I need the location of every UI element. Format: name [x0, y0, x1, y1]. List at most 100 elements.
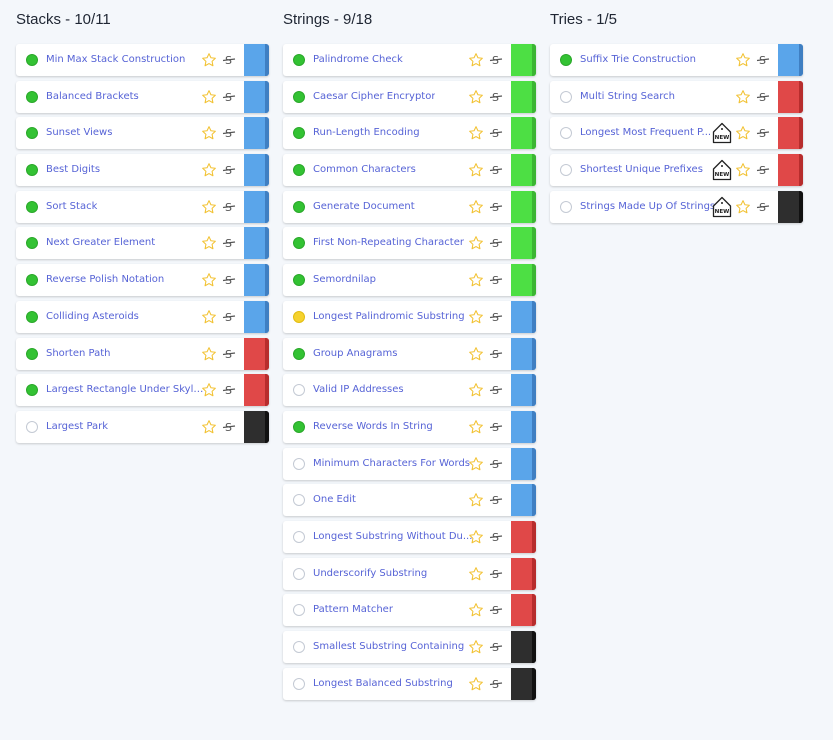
strikethrough-icon[interactable]: S [222, 346, 236, 362]
strikethrough-icon[interactable]: S [489, 125, 503, 141]
question-name-link[interactable]: Underscorify Substring [313, 558, 427, 590]
star-icon[interactable] [468, 89, 484, 105]
star-icon[interactable] [201, 89, 217, 105]
star-icon[interactable] [468, 199, 484, 215]
question-row[interactable]: Common Characters S [283, 154, 536, 187]
question-name-link[interactable]: One Edit [313, 484, 356, 516]
question-row[interactable]: Strings Made Up Of Strings NEW S [550, 190, 803, 223]
question-name-link[interactable]: Strings Made Up Of Strings [580, 191, 715, 223]
status-not-started-icon[interactable] [560, 127, 572, 140]
question-row[interactable]: Min Max Stack Construction S [16, 44, 269, 76]
question-row[interactable]: First Non-Repeating Character S [283, 227, 536, 260]
strikethrough-icon[interactable]: S [489, 566, 503, 582]
status-not-started-icon[interactable] [293, 604, 305, 617]
status-not-started-icon[interactable] [293, 384, 305, 397]
star-icon[interactable] [468, 529, 484, 545]
strikethrough-icon[interactable]: S [222, 235, 236, 251]
question-name-link[interactable]: First Non-Repeating Character [313, 227, 464, 259]
question-row[interactable]: Smallest Substring Containing S [283, 631, 536, 663]
strikethrough-icon[interactable]: S [489, 676, 503, 692]
star-icon[interactable] [735, 89, 751, 105]
status-complete-icon[interactable] [293, 127, 305, 140]
question-row[interactable]: Reverse Words In String S [283, 410, 536, 443]
status-not-started-icon[interactable] [26, 420, 38, 433]
status-not-started-icon[interactable] [293, 494, 305, 507]
strikethrough-icon[interactable]: S [489, 235, 503, 251]
status-not-started-icon[interactable] [293, 567, 305, 580]
question-name-link[interactable]: Sunset Views [46, 117, 112, 149]
star-icon[interactable] [468, 602, 484, 618]
status-complete-icon[interactable] [26, 384, 38, 397]
question-row[interactable]: Next Greater Element S [16, 227, 269, 260]
strikethrough-icon[interactable]: S [489, 89, 503, 105]
question-row[interactable]: Caesar Cipher Encryptor S [283, 80, 536, 113]
question-row[interactable]: One Edit S [283, 484, 536, 517]
status-complete-icon[interactable] [26, 310, 38, 323]
question-row[interactable]: Largest Rectangle Under Skyline S [16, 374, 269, 407]
status-not-started-icon[interactable] [293, 677, 305, 690]
question-name-link[interactable]: Next Greater Element [46, 227, 155, 259]
star-icon[interactable] [468, 566, 484, 582]
status-complete-icon[interactable] [293, 90, 305, 103]
status-complete-icon[interactable] [293, 200, 305, 213]
question-name-link[interactable]: Minimum Characters For Words [313, 448, 470, 480]
status-complete-icon[interactable] [26, 200, 38, 213]
question-row[interactable]: Pattern Matcher S [283, 594, 536, 627]
question-name-link[interactable]: Min Max Stack Construction [46, 44, 185, 76]
star-icon[interactable] [735, 125, 751, 141]
strikethrough-icon[interactable]: S [756, 52, 770, 68]
star-icon[interactable] [468, 235, 484, 251]
question-name-link[interactable]: Generate Document [313, 191, 415, 223]
status-complete-icon[interactable] [293, 274, 305, 287]
strikethrough-icon[interactable]: S [222, 309, 236, 325]
question-row[interactable]: Sort Stack S [16, 190, 269, 223]
question-row[interactable]: Semordnilap S [283, 264, 536, 297]
strikethrough-icon[interactable]: S [222, 272, 236, 288]
star-icon[interactable] [468, 419, 484, 435]
question-name-link[interactable]: Longest Palindromic Substring [313, 301, 465, 333]
star-icon[interactable] [201, 346, 217, 362]
star-icon[interactable] [468, 492, 484, 508]
question-name-link[interactable]: Reverse Polish Notation [46, 264, 164, 296]
star-icon[interactable] [201, 272, 217, 288]
status-not-started-icon[interactable] [560, 200, 572, 213]
question-name-link[interactable]: Balanced Brackets [46, 81, 139, 113]
question-row[interactable]: Best Digits S [16, 154, 269, 187]
status-not-started-icon[interactable] [560, 90, 572, 103]
status-complete-icon[interactable] [293, 420, 305, 433]
question-row[interactable]: Balanced Brackets S [16, 80, 269, 113]
strikethrough-icon[interactable]: S [222, 382, 236, 398]
strikethrough-icon[interactable]: S [489, 162, 503, 178]
status-complete-icon[interactable] [293, 54, 305, 66]
status-complete-icon[interactable] [293, 237, 305, 250]
status-complete-icon[interactable] [26, 347, 38, 360]
strikethrough-icon[interactable]: S [489, 492, 503, 508]
strikethrough-icon[interactable]: S [489, 272, 503, 288]
strikethrough-icon[interactable]: S [489, 602, 503, 618]
star-icon[interactable] [468, 309, 484, 325]
star-icon[interactable] [468, 676, 484, 692]
star-icon[interactable] [468, 52, 484, 68]
strikethrough-icon[interactable]: S [756, 125, 770, 141]
star-icon[interactable] [468, 125, 484, 141]
star-icon[interactable] [468, 162, 484, 178]
star-icon[interactable] [735, 199, 751, 215]
star-icon[interactable] [468, 639, 484, 655]
question-row[interactable]: Suffix Trie Construction S [550, 44, 803, 76]
star-icon[interactable] [468, 346, 484, 362]
question-row[interactable]: Run-Length Encoding S [283, 117, 536, 150]
question-row[interactable]: Generate Document S [283, 190, 536, 223]
question-name-link[interactable]: Palindrome Check [313, 44, 403, 76]
question-name-link[interactable]: Sort Stack [46, 191, 97, 223]
strikethrough-icon[interactable]: S [222, 125, 236, 141]
status-not-started-icon[interactable] [560, 164, 572, 177]
status-complete-icon[interactable] [26, 90, 38, 103]
question-name-link[interactable]: Group Anagrams [313, 338, 397, 370]
strikethrough-icon[interactable]: S [222, 89, 236, 105]
question-name-link[interactable]: Reverse Words In String [313, 411, 433, 443]
question-row[interactable]: Longest Balanced Substring S [283, 667, 536, 700]
question-row[interactable]: Palindrome Check S [283, 44, 536, 76]
question-name-link[interactable]: Multi String Search [580, 81, 675, 113]
question-name-link[interactable]: Valid IP Addresses [313, 374, 404, 406]
strikethrough-icon[interactable]: S [489, 52, 503, 68]
